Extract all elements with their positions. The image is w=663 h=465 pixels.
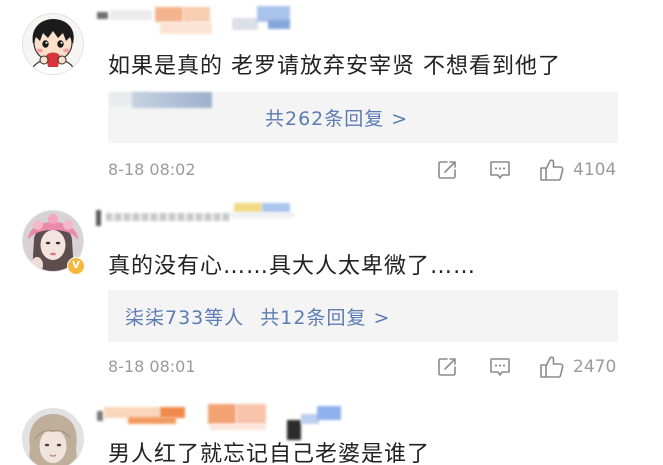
redaction-block bbox=[160, 22, 212, 34]
share-button[interactable] bbox=[436, 355, 458, 379]
reply-button[interactable] bbox=[488, 158, 512, 182]
reply-button[interactable] bbox=[488, 355, 512, 379]
redaction-block bbox=[257, 6, 290, 22]
redaction-block bbox=[287, 420, 301, 440]
redaction-block bbox=[96, 210, 101, 226]
share-icon bbox=[436, 159, 458, 181]
redaction-block bbox=[106, 213, 230, 221]
like-button[interactable]: 2470 bbox=[539, 355, 616, 379]
redaction-block bbox=[236, 404, 266, 424]
redaction-block bbox=[317, 406, 341, 420]
reply-users-link[interactable]: 柒柒733等人 bbox=[125, 303, 244, 330]
like-button[interactable]: 4104 bbox=[539, 158, 616, 182]
comment-actions: 8-18 08:01 2470 bbox=[0, 355, 663, 379]
redaction-block bbox=[97, 411, 103, 421]
comment-icon bbox=[488, 356, 512, 378]
redaction-block bbox=[104, 407, 160, 418]
share-button[interactable] bbox=[436, 158, 458, 182]
reply-count-link[interactable]: 共12条回复 > bbox=[260, 303, 390, 330]
like-icon bbox=[539, 158, 565, 182]
comment-time: 8-18 08:01 bbox=[108, 357, 196, 376]
redaction-block bbox=[301, 414, 319, 424]
comment-item: 如果是真的 老罗请放弃安宰贤 不想看到他了 共262条回复 > 8-18 08:… bbox=[0, 0, 663, 198]
redaction-block bbox=[262, 203, 290, 213]
comment-text: 真的没有心……具大人太卑微了…… bbox=[108, 254, 477, 279]
comment-time: 8-18 08:02 bbox=[108, 160, 196, 179]
redaction-block bbox=[110, 10, 152, 20]
redaction-block bbox=[160, 407, 185, 418]
comment-text: 男人红了就忘记自己老婆是谁了 bbox=[108, 442, 431, 465]
redaction-block bbox=[210, 424, 266, 430]
redaction-block bbox=[234, 203, 262, 213]
avatar[interactable] bbox=[22, 13, 84, 75]
comment-item: V 真的没有心……具大人太卑微了…… 柒柒733等人 共12条回复 > 8-18… bbox=[0, 198, 663, 396]
reply-count-link[interactable]: 共262条回复 > bbox=[265, 104, 408, 131]
reply-preview[interactable]: 柒柒733等人 共12条回复 > bbox=[108, 290, 618, 342]
like-count: 2470 bbox=[573, 357, 617, 377]
redaction-block bbox=[97, 12, 108, 19]
share-icon bbox=[436, 356, 458, 378]
reply-line: 共262条回复 > bbox=[265, 92, 408, 143]
verified-badge-icon: V bbox=[67, 257, 85, 275]
comment-item: 男人红了就忘记自己老婆是谁了 bbox=[0, 396, 663, 465]
comment-icon bbox=[488, 159, 512, 181]
comment-text: 如果是真的 老罗请放弃安宰贤 不想看到他了 bbox=[108, 54, 561, 79]
reply-preview[interactable]: 共262条回复 > bbox=[108, 92, 618, 143]
redaction-block bbox=[230, 212, 294, 218]
redaction-block bbox=[155, 7, 183, 22]
redaction-block bbox=[232, 18, 258, 30]
like-icon bbox=[539, 355, 565, 379]
redaction-block bbox=[208, 404, 236, 424]
redaction-block bbox=[128, 417, 176, 424]
redaction-block bbox=[132, 92, 212, 108]
redaction-block bbox=[268, 20, 290, 29]
redacted-username bbox=[0, 198, 663, 248]
comment-actions: 8-18 08:02 4104 bbox=[0, 158, 663, 182]
reply-line: 柒柒733等人 共12条回复 > bbox=[125, 290, 390, 342]
redacted-username bbox=[0, 396, 663, 446]
like-count: 4104 bbox=[573, 160, 617, 180]
redaction-block bbox=[183, 7, 210, 22]
avatar[interactable] bbox=[22, 408, 84, 465]
redacted-username bbox=[0, 0, 663, 50]
